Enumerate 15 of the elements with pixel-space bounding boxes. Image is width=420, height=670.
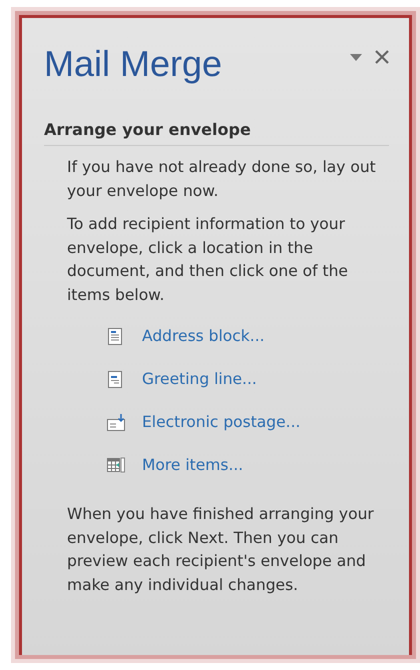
pane-title: Mail Merge xyxy=(44,42,222,86)
document-icon xyxy=(107,371,125,388)
instruction-text: If you have not already done so, lay out your envelope now. xyxy=(67,157,377,202)
item-link[interactable]: More items... xyxy=(142,454,244,477)
close-icon[interactable] xyxy=(375,50,389,64)
envelope-icon xyxy=(107,414,125,431)
item-link[interactable]: Greeting line... xyxy=(142,368,257,391)
section-heading: Arrange your envelope xyxy=(44,120,389,146)
table-icon xyxy=(107,457,125,474)
instruction-text: When you have finished arranging your envelope, click Next. Then you can preview each recipient's envelope and make any individual changes. xyxy=(67,504,375,596)
instruction-text: To add recipient information to your envelope, click a location in the document, and then click one of the items below. xyxy=(67,214,349,306)
dropdown-icon[interactable] xyxy=(350,54,362,60)
item-link[interactable]: Address block... xyxy=(142,325,265,348)
document-icon xyxy=(107,328,125,345)
item-link[interactable]: Electronic postage... xyxy=(142,411,300,434)
